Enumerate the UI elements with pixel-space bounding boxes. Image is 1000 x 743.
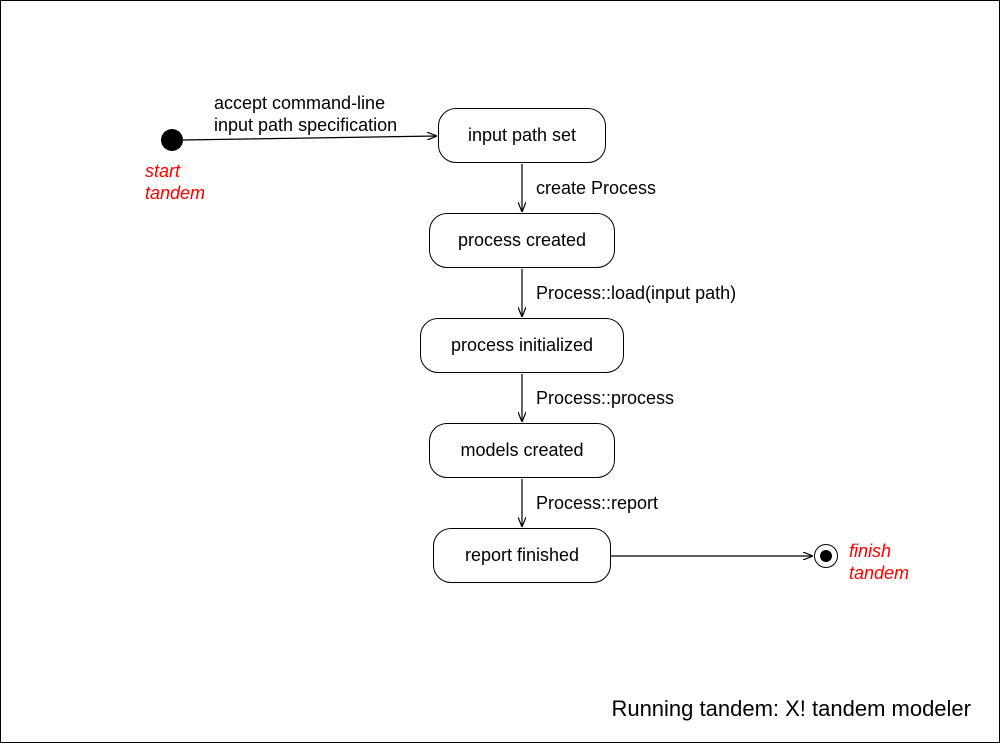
state-process-initialized: process initialized bbox=[420, 318, 624, 373]
end-node bbox=[814, 544, 838, 568]
start-label: start tandem bbox=[145, 161, 205, 204]
diagram-caption: Running tandem: X! tandem modeler bbox=[611, 696, 971, 722]
transition-label-process: Process::process bbox=[536, 388, 674, 410]
state-label: process initialized bbox=[451, 335, 593, 356]
transition-label-load: Process::load(input path) bbox=[536, 283, 736, 305]
state-label: models created bbox=[460, 440, 583, 461]
state-label: process created bbox=[458, 230, 586, 251]
start-node bbox=[161, 129, 183, 151]
state-report-finished: report finished bbox=[433, 528, 611, 583]
diagram-frame: start tandem input path set process crea… bbox=[0, 0, 1000, 743]
transition-label-report: Process::report bbox=[536, 493, 658, 515]
state-label: report finished bbox=[465, 545, 579, 566]
state-input-path-set: input path set bbox=[438, 108, 606, 163]
state-models-created: models created bbox=[429, 423, 615, 478]
end-label: finish tandem bbox=[849, 541, 909, 584]
state-label: input path set bbox=[468, 125, 576, 146]
transition-label-accept: accept command-line input path specifica… bbox=[214, 93, 397, 136]
state-process-created: process created bbox=[429, 213, 615, 268]
transition-label-create: create Process bbox=[536, 178, 656, 200]
